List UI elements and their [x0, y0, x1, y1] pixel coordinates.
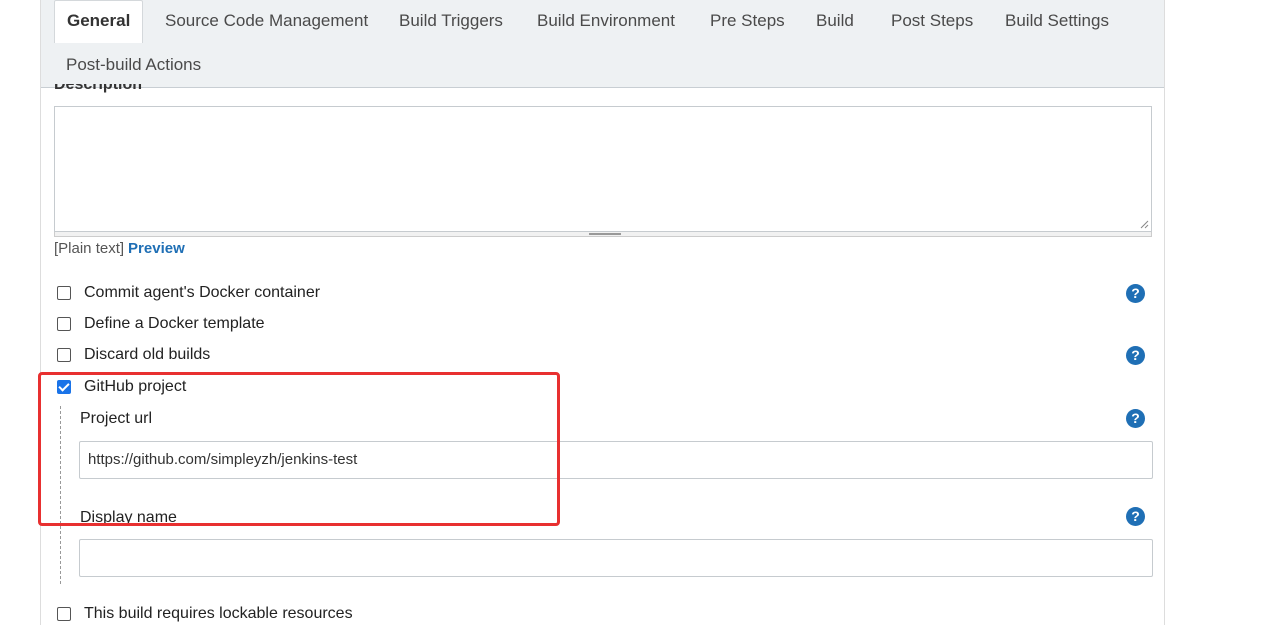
option-define-docker-template[interactable]: Define a Docker template [57, 315, 265, 333]
plain-text-label: [Plain text] [54, 240, 125, 257]
job-config-panel: General Source Code Management Build Tri… [40, 0, 1165, 625]
option-lockable-resources[interactable]: This build requires lockable resources [57, 605, 353, 623]
discard-old-builds-checkbox[interactable] [57, 348, 71, 362]
commit-docker-checkbox[interactable] [57, 286, 71, 300]
tab-build-triggers[interactable]: Build Triggers [399, 11, 503, 31]
tab-post-steps[interactable]: Post Steps [891, 11, 973, 31]
tab-general[interactable]: General [54, 0, 144, 43]
resize-grip-icon[interactable] [1140, 220, 1149, 229]
commit-docker-label: Commit agent's Docker container [84, 284, 321, 301]
help-icon[interactable]: ? [1126, 507, 1145, 526]
description-format: [Plain text] Preview [54, 240, 185, 257]
github-project-label: GitHub project [84, 378, 187, 395]
config-tabbar: General Source Code Management Build Tri… [41, 0, 1164, 88]
lockable-resources-checkbox[interactable] [57, 607, 71, 621]
docker-template-label: Define a Docker template [84, 315, 265, 332]
textarea-resize-handle[interactable] [54, 232, 1152, 237]
github-project-checkbox[interactable] [57, 380, 71, 394]
tab-build-settings[interactable]: Build Settings [1005, 11, 1109, 31]
display-name-input[interactable] [79, 539, 1153, 577]
discard-old-builds-label: Discard old builds [84, 346, 211, 363]
help-icon[interactable]: ? [1126, 409, 1145, 428]
display-name-label: Display name [80, 509, 177, 526]
nested-section-guide [60, 406, 61, 584]
lockable-resources-label: This build requires lockable resources [84, 605, 353, 622]
project-url-label: Project url [80, 410, 153, 427]
description-textarea[interactable] [54, 106, 1152, 232]
docker-template-checkbox[interactable] [57, 317, 71, 331]
preview-link[interactable]: Preview [128, 240, 185, 257]
tab-source-code-management[interactable]: Source Code Management [165, 11, 368, 31]
help-icon[interactable]: ? [1126, 346, 1145, 365]
tab-build-environment[interactable]: Build Environment [537, 11, 675, 31]
tab-pre-steps[interactable]: Pre Steps [710, 11, 785, 31]
tab-build[interactable]: Build [816, 11, 854, 31]
option-discard-old-builds[interactable]: Discard old builds [57, 346, 210, 364]
option-github-project[interactable]: GitHub project [57, 378, 186, 396]
option-commit-docker-container[interactable]: Commit agent's Docker container [57, 284, 320, 302]
tab-post-build-actions[interactable]: Post-build Actions [66, 55, 201, 75]
help-icon[interactable]: ? [1126, 284, 1145, 303]
project-url-input[interactable]: https://github.com/simpleyzh/jenkins-tes… [79, 441, 1153, 479]
